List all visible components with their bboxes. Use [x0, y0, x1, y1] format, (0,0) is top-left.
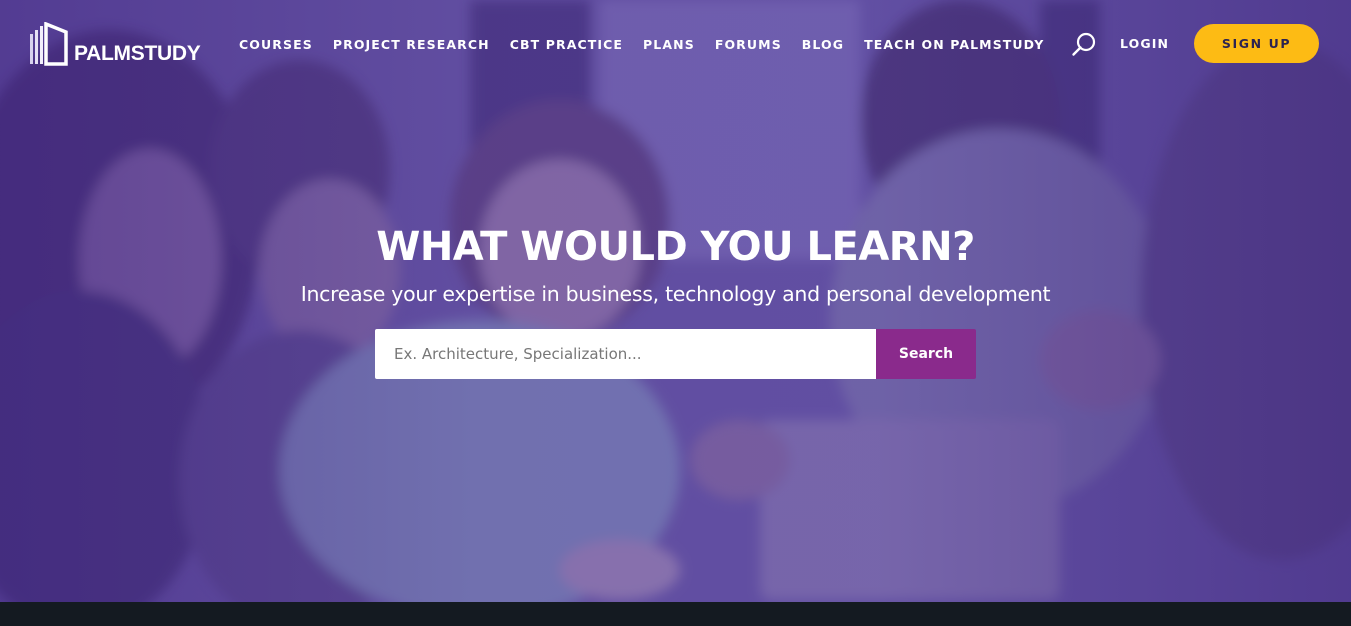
brand-logo[interactable]: PALMSTUDY — [30, 22, 201, 66]
course-search-input[interactable] — [375, 329, 876, 379]
hero-subheadline: Increase your expertise in business, tec… — [300, 282, 1051, 306]
hero-headline: WHAT WOULD YOU LEARN? — [376, 224, 975, 270]
nav-plans[interactable]: PLANS — [643, 37, 695, 52]
nav-forums[interactable]: FORUMS — [715, 37, 782, 52]
nav-project-research[interactable]: PROJECT RESEARCH — [333, 37, 490, 52]
top-navbar: PALMSTUDY COURSES PROJECT RESEARCH CBT P… — [0, 0, 1351, 90]
course-search-form: Search — [375, 329, 976, 379]
login-link[interactable]: LOGIN — [1120, 36, 1169, 51]
footer-strip — [0, 602, 1351, 626]
hero-section: PALMSTUDY COURSES PROJECT RESEARCH CBT P… — [0, 0, 1351, 602]
nav-blog[interactable]: BLOG — [802, 37, 844, 52]
course-search-button[interactable]: Search — [876, 329, 976, 379]
nav-courses[interactable]: COURSES — [239, 37, 313, 52]
nav-cbt-practice[interactable]: CBT PRACTICE — [510, 37, 623, 52]
brand-name: PALMSTUDY — [74, 42, 201, 65]
main-menu: COURSES PROJECT RESEARCH CBT PRACTICE PL… — [239, 37, 1044, 52]
search-icon[interactable] — [1071, 31, 1097, 57]
signup-button[interactable]: SIGN UP — [1194, 24, 1319, 63]
logo-mark-icon — [30, 22, 68, 66]
nav-teach-on-palmstudy[interactable]: TEACH ON PALMSTUDY — [864, 37, 1044, 52]
